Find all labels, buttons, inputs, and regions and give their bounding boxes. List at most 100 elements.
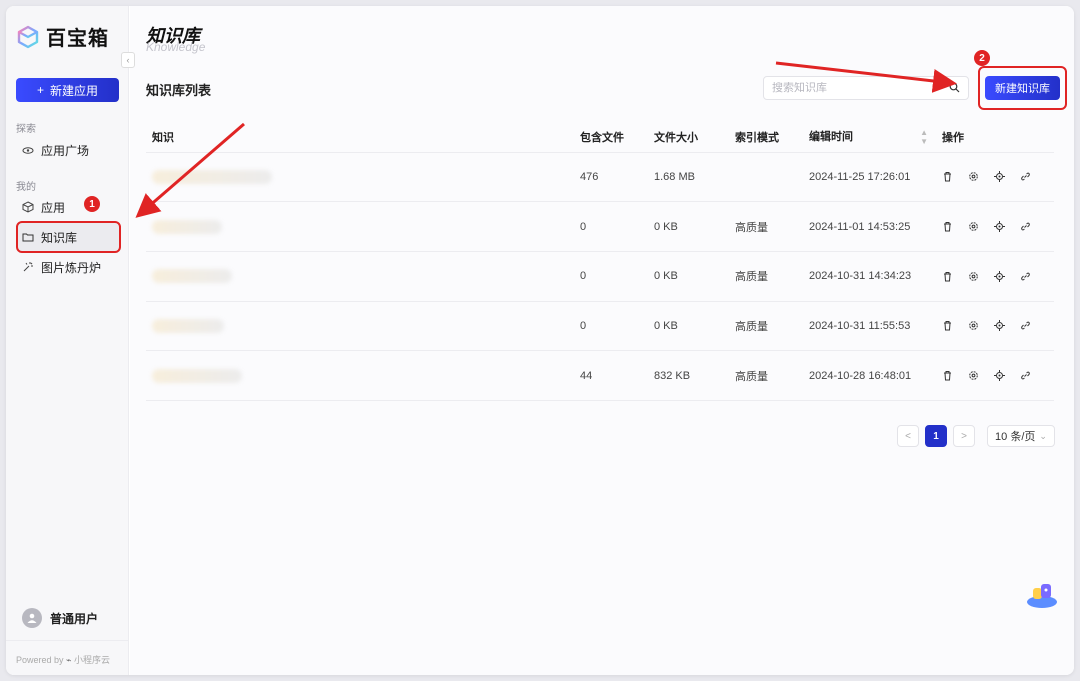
target-icon[interactable] <box>994 320 1005 332</box>
app-logo[interactable]: 百宝箱 <box>16 22 109 51</box>
page-number-button[interactable]: 1 <box>925 425 947 447</box>
create-knowledge-button[interactable]: 新建知识库 <box>985 76 1060 100</box>
user-profile[interactable]: 普通用户 <box>22 608 98 628</box>
search-icon[interactable] <box>949 82 960 96</box>
powered-by-brand[interactable]: 小程序云 <box>74 655 110 665</box>
table-row[interactable]: 0 0 KB 高质量 2024-11-01 14:53:25 <box>146 201 1054 252</box>
avatar <box>22 608 42 628</box>
sidebar-item-label: 应用广场 <box>41 143 90 158</box>
mode-cell: 高质量 <box>729 201 803 252</box>
col-knowledge: 知识 <box>146 122 574 153</box>
mode-cell <box>729 152 803 203</box>
powered-by: Powered by ⌁ 小程序云 <box>6 640 129 666</box>
settings-icon[interactable] <box>968 171 979 182</box>
magic-icon <box>22 261 34 273</box>
sidebar-item-label: 图片炼丹炉 <box>41 260 102 275</box>
new-app-button[interactable]: + 新建应用 <box>16 78 119 102</box>
link-icon[interactable] <box>1020 221 1031 232</box>
annotation-badge-1: 1 <box>84 196 100 212</box>
knowledge-name-cell[interactable] <box>146 350 574 401</box>
time-cell: 2024-11-25 17:26:01 <box>803 152 936 203</box>
target-icon[interactable] <box>994 270 1005 282</box>
knowledge-name-cell[interactable] <box>146 152 574 203</box>
files-cell: 0 <box>574 301 648 352</box>
target-icon[interactable] <box>994 171 1005 183</box>
settings-icon[interactable] <box>968 221 979 232</box>
time-cell: 2024-10-28 16:48:01 <box>803 350 936 401</box>
trash-icon[interactable] <box>942 271 953 282</box>
annotation-badge-2: 2 <box>974 50 990 66</box>
table-row[interactable]: 44 832 KB 高质量 2024-10-28 16:48:01 <box>146 350 1054 401</box>
files-cell: 0 <box>574 251 648 302</box>
pagination: < 1 > 10 条/页 ⌄ <box>897 425 1055 447</box>
knowledge-name-cell[interactable] <box>146 201 574 252</box>
trash-icon[interactable] <box>942 171 953 182</box>
collapse-sidebar-button[interactable]: ‹ <box>121 52 135 68</box>
search-input[interactable] <box>772 82 942 94</box>
table-row[interactable]: 0 0 KB 高质量 2024-10-31 11:55:53 <box>146 301 1054 352</box>
link-icon[interactable] <box>1020 320 1031 331</box>
settings-icon[interactable] <box>968 271 979 282</box>
sort-icon[interactable]: ▲ ▼ <box>920 128 928 146</box>
knowledge-table: 知识 包含文件 文件大小 索引模式 编辑时间 ▲ ▼ 操作 476 1.68 MB … <box>146 122 1054 401</box>
sidebar-item-image-forge[interactable]: 图片炼丹炉 <box>16 253 120 281</box>
col-actions: 操作 <box>936 122 1054 153</box>
table-header-row: 知识 包含文件 文件大小 索引模式 编辑时间 ▲ ▼ 操作 <box>146 122 1054 153</box>
settings-icon[interactable] <box>968 320 979 331</box>
col-index-mode: 索引模式 <box>729 122 803 153</box>
settings-icon[interactable] <box>968 370 979 381</box>
section-mine-label: 我的 <box>16 182 36 193</box>
sidebar-item-label: 应用 <box>41 200 66 215</box>
chevron-down-icon: ⌄ <box>1039 430 1047 441</box>
mode-cell: 高质量 <box>729 350 803 401</box>
knowledge-name-cell[interactable] <box>146 301 574 352</box>
files-cell: 476 <box>574 152 648 203</box>
mode-cell: 高质量 <box>729 301 803 352</box>
powered-by-label: Powered by <box>16 655 64 665</box>
time-cell: 2024-10-31 11:55:53 <box>803 301 936 352</box>
link-icon[interactable] <box>1020 271 1031 282</box>
table-row[interactable]: 476 1.68 MB 2024-11-25 17:26:01 <box>146 152 1054 203</box>
actions-cell <box>936 152 1054 203</box>
actions-cell <box>936 201 1054 252</box>
mode-cell: 高质量 <box>729 251 803 302</box>
size-cell: 0 KB <box>648 251 729 302</box>
brand-icon: ⌁ <box>66 655 72 665</box>
page-size-value: 10 条/页 <box>995 431 1036 443</box>
section-explore-label: 探索 <box>16 124 36 135</box>
files-cell: 44 <box>574 350 648 401</box>
user-name: 普通用户 <box>50 611 99 626</box>
assistant-mascot-icon[interactable] <box>1025 578 1059 610</box>
sidebar-item-apps[interactable]: 应用 <box>16 193 120 221</box>
sidebar-item-app-plaza[interactable]: 应用广场 <box>16 136 120 164</box>
trash-icon[interactable] <box>942 320 953 331</box>
next-page-button[interactable]: > <box>953 425 975 447</box>
blurred-name <box>152 368 242 383</box>
col-edit-time[interactable]: 编辑时间 ▲ ▼ <box>803 122 936 153</box>
target-icon[interactable] <box>994 221 1005 233</box>
logo-icon <box>17 25 39 48</box>
blurred-name <box>152 269 232 284</box>
prev-page-button[interactable]: < <box>897 425 919 447</box>
actions-cell <box>936 251 1054 302</box>
target-icon[interactable] <box>994 370 1005 382</box>
time-cell: 2024-10-31 14:34:23 <box>803 251 936 302</box>
size-cell: 0 KB <box>648 301 729 352</box>
knowledge-name-cell[interactable] <box>146 251 574 302</box>
blurred-name <box>152 169 272 184</box>
sidebar: 百宝箱 + 新建应用 探索 应用广场 我的 应用 1 知识库 图片炼丹炉 普通用… <box>6 6 129 675</box>
time-cell: 2024-11-01 14:53:25 <box>803 201 936 252</box>
search-box[interactable] <box>763 76 969 100</box>
link-icon[interactable] <box>1020 370 1031 381</box>
list-title: 知识库列表 <box>146 83 212 98</box>
sparkle-eye-icon <box>22 144 34 156</box>
page-size-select[interactable]: 10 条/页 ⌄ <box>987 425 1055 447</box>
table-row[interactable]: 0 0 KB 高质量 2024-10-31 14:34:23 <box>146 251 1054 302</box>
trash-icon[interactable] <box>942 221 953 232</box>
link-icon[interactable] <box>1020 171 1031 182</box>
cube-icon <box>22 201 34 213</box>
blurred-name <box>152 318 224 333</box>
blurred-name <box>152 219 222 234</box>
page-subtitle: Knowledge <box>146 40 206 54</box>
trash-icon[interactable] <box>942 370 953 381</box>
